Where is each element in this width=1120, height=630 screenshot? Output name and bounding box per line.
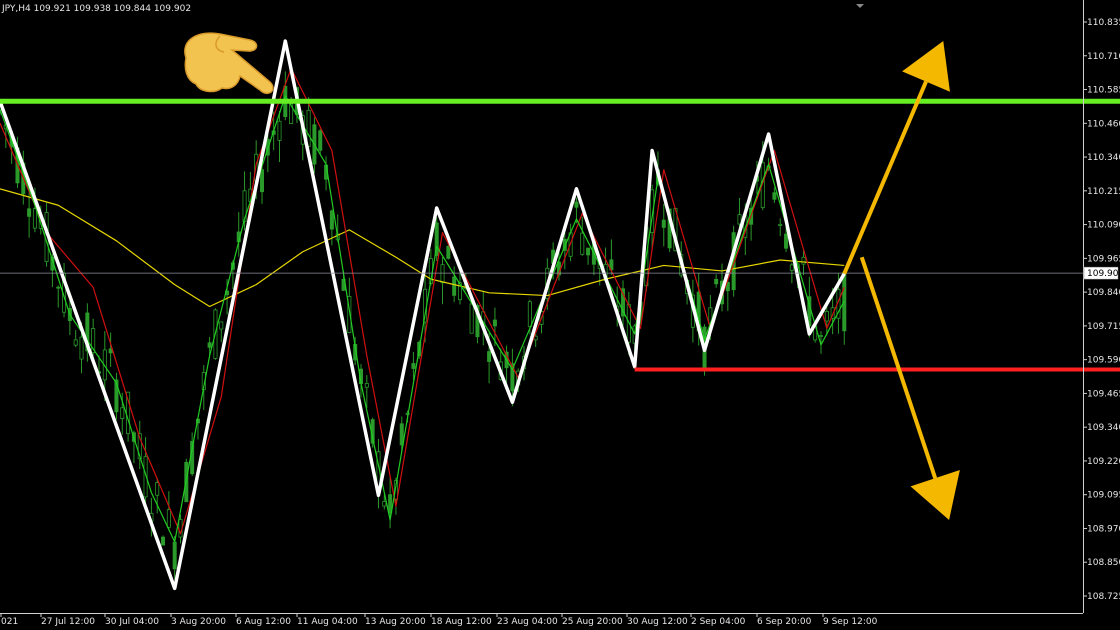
time-tick-label: 23 Aug 04:00 [497,617,558,627]
candle-body [56,286,61,289]
candle-body [161,536,166,546]
candle-body [219,321,224,330]
price-tick-label: 108.725 [1087,592,1120,602]
candle-body [120,407,125,419]
price-tick-label: 108.850 [1087,558,1120,568]
candle-body [108,348,113,354]
candle-body [79,336,84,360]
current-price-label: 109.902 [1087,269,1120,279]
candle-body [32,208,37,229]
price-tick-label: 109.095 [1087,491,1120,501]
time-tick-label: 25 Aug 20:00 [562,617,623,627]
candle-body [580,232,585,255]
price-tick-label: 109.715 [1087,322,1120,332]
candle-body [801,256,806,265]
candle-body [411,363,416,369]
time-tick-label: 18 Aug 12:00 [431,617,492,627]
price-tick-label: 109.465 [1087,389,1120,399]
candle-body [574,201,579,208]
candle-body [440,264,445,284]
candle-body [166,509,171,528]
price-tick-label: 110.460 [1087,119,1120,129]
time-tick-label: 6 Aug 12:00 [236,617,291,627]
price-tick-label: 110.215 [1087,187,1120,197]
candle-body [492,319,497,327]
candle-body [661,219,666,228]
time-tick-label: 9 Sep 12:00 [823,617,878,627]
time-tick-label: 30 Jul 04:00 [105,617,159,627]
price-tick-label: 110.710 [1087,52,1120,62]
time-tick-label: 13 Aug 20:00 [365,617,426,627]
price-tick-label: 109.220 [1087,457,1120,467]
candle-body [382,501,387,507]
price-tick-label: 110.340 [1087,153,1120,163]
candle-body [772,192,777,200]
price-tick-label: 109.965 [1087,254,1120,264]
candle-body [27,208,32,217]
price-tick-label: 109.590 [1087,356,1120,366]
time-tick-label: 021 [1,617,18,627]
time-tick-label: 11 Aug 04:00 [297,617,358,627]
candle-body [260,169,265,193]
candle-body [446,245,451,259]
candle-body [487,351,492,362]
candle-body [277,120,282,141]
time-tick-label: 3 Aug 20:00 [171,617,226,627]
candle-body [155,482,160,496]
current-price-badge: 109.902 [1083,266,1120,280]
time-tick-label: 6 Sep 20:00 [757,617,812,627]
price-chart[interactable]: 110.835 110.710 110.585 110.460 110.340 110.2… [0,0,1120,630]
candle-body [789,264,794,271]
candle-body [714,278,719,285]
candle-body [172,541,177,570]
candle-body [784,233,789,249]
candle-body [73,339,78,346]
candle-body [364,383,369,388]
candle-body [778,223,783,226]
chart-background [0,0,1120,630]
price-tick-label: 108.970 [1087,524,1120,534]
candle-body [824,311,829,322]
price-tick-label: 110.835 [1087,18,1120,28]
candle-body [318,130,323,151]
price-tick-label: 109.840 [1087,288,1120,298]
candle-body [329,210,334,230]
candle-body [818,335,823,337]
price-tick-label: 110.090 [1087,221,1120,231]
symbol-header: JPY,H4 109.921 109.938 109.844 109.902 [1,4,191,14]
candle-body [207,342,212,348]
time-tick-label: 30 Aug 12:00 [627,617,688,627]
price-tick-label: 109.340 [1087,423,1120,433]
time-tick-label: 27 Jul 12:00 [41,617,95,627]
candle-body [527,301,532,328]
price-tick-label: 110.585 [1087,86,1120,96]
candle-body [586,247,591,256]
candle-body [452,276,457,296]
time-tick-label: 2 Sep 04:00 [691,617,746,627]
candle-body [469,303,474,334]
